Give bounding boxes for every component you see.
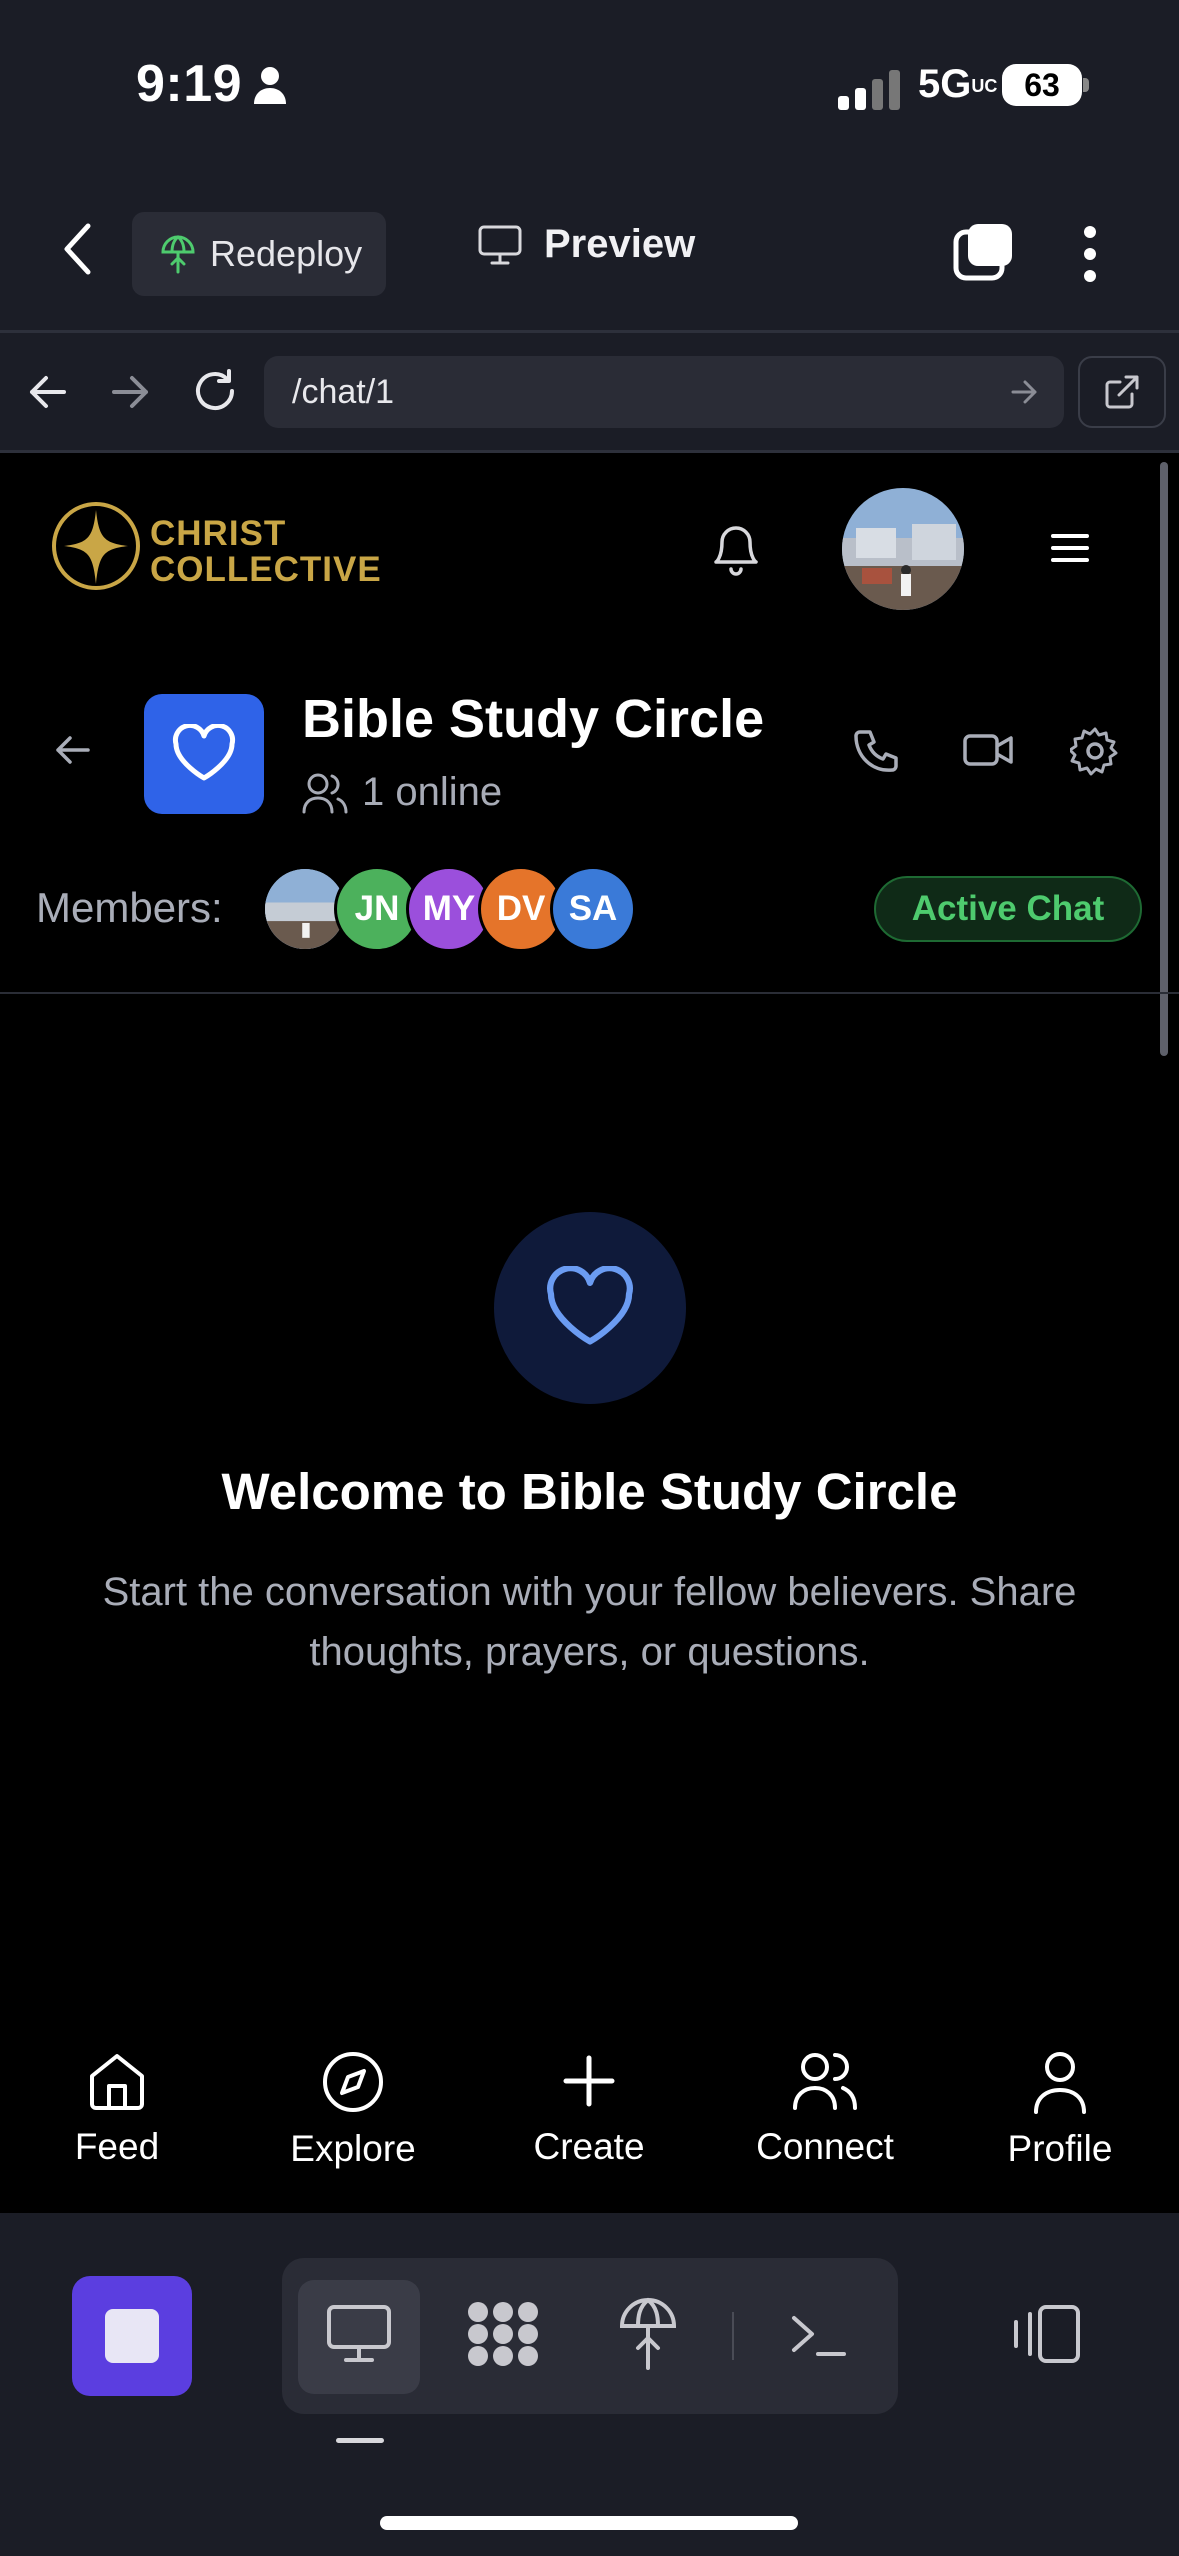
members-label: Members: (36, 884, 223, 931)
user-icon (1034, 2052, 1086, 2114)
person-icon (254, 67, 286, 104)
nav-create[interactable]: Create (489, 2050, 689, 2168)
nav-feed[interactable]: Feed (17, 2050, 217, 2168)
home-indicator[interactable] (380, 2516, 798, 2530)
device-toggle-icon[interactable] (1010, 2304, 1082, 2364)
redeploy-button[interactable]: Redeploy (132, 212, 386, 296)
more-vertical-icon[interactable] (1080, 224, 1100, 284)
open-external-button[interactable] (1078, 356, 1166, 428)
logo-text: CHRIST COLLECTIVE (150, 516, 382, 588)
stop-button[interactable] (72, 2276, 192, 2396)
welcome-subtitle: Start the conversation with your fellow … (102, 1570, 1077, 1674)
battery-tip (1083, 78, 1089, 92)
divider (0, 330, 1179, 333)
welcome-heart-badge (494, 1212, 686, 1404)
status-badge: Active Chat (874, 876, 1142, 942)
battery-indicator: 63 (1002, 64, 1082, 106)
external-link-icon (1105, 375, 1139, 409)
tabs-icon[interactable] (952, 222, 1014, 282)
nav-profile-label: Profile (1007, 2128, 1113, 2169)
go-arrow-icon[interactable] (1010, 378, 1040, 406)
signal-icon (838, 70, 900, 110)
divider (0, 992, 1179, 994)
arrow-right-icon[interactable] (110, 372, 152, 412)
active-tab-indicator (336, 2438, 384, 2443)
stop-icon (105, 2309, 159, 2363)
back-chevron-icon[interactable] (62, 222, 92, 276)
video-icon[interactable] (962, 730, 1014, 770)
group-avatar (144, 694, 264, 814)
terminal-icon[interactable] (790, 2312, 848, 2358)
online-status: 1 online (302, 770, 502, 815)
nav-explore[interactable]: Explore (253, 2050, 453, 2170)
logo-line-2: COLLECTIVE (150, 550, 382, 589)
logo-star-icon (52, 502, 140, 590)
tool-divider (732, 2312, 734, 2360)
plus-icon (563, 2055, 615, 2107)
user-avatar[interactable] (842, 488, 964, 610)
nav-profile[interactable]: Profile (960, 2050, 1160, 2170)
redeploy-label: Redeploy (210, 233, 363, 274)
chat-title: Bible Study Circle (302, 689, 765, 749)
network-label: 5GUC (918, 62, 998, 106)
status-time: 9:19 (136, 55, 243, 113)
menu-icon[interactable] (1050, 532, 1090, 564)
gear-icon[interactable] (1070, 726, 1120, 776)
nav-feed-label: Feed (74, 2126, 160, 2167)
compass-icon (323, 2052, 383, 2112)
users-icon (793, 2053, 857, 2110)
nav-create-label: Create (533, 2126, 645, 2167)
deploy-icon[interactable] (618, 2296, 678, 2372)
heart-icon (547, 1266, 633, 1345)
monitor-icon[interactable] (326, 2304, 392, 2364)
preview-tab[interactable]: Preview (478, 222, 695, 267)
online-count: 1 online (362, 770, 503, 814)
redeploy-icon (161, 235, 195, 274)
heart-icon (172, 724, 236, 781)
monitor-icon (478, 225, 522, 264)
nav-connect[interactable]: Connect (725, 2050, 925, 2168)
member-avatar[interactable]: SA (550, 866, 636, 952)
logo-line-1: CHRIST (150, 514, 287, 553)
nav-explore-label: Explore (290, 2128, 416, 2169)
apps-grid-icon[interactable] (464, 2298, 542, 2370)
welcome-title: Welcome to Bible Study Circle (221, 1463, 958, 1520)
chat-back-icon[interactable] (52, 732, 92, 768)
reload-icon[interactable] (192, 368, 238, 414)
home-icon (90, 2054, 144, 2110)
arrow-left-icon[interactable] (26, 372, 68, 412)
preview-label: Preview (544, 222, 696, 266)
phone-icon[interactable] (852, 728, 900, 776)
nav-connect-label: Connect (756, 2126, 894, 2167)
url-input[interactable]: /chat/1 (264, 356, 1064, 428)
scrollbar[interactable] (1160, 462, 1168, 1056)
users-icon (302, 773, 348, 813)
bell-icon[interactable] (710, 520, 762, 576)
